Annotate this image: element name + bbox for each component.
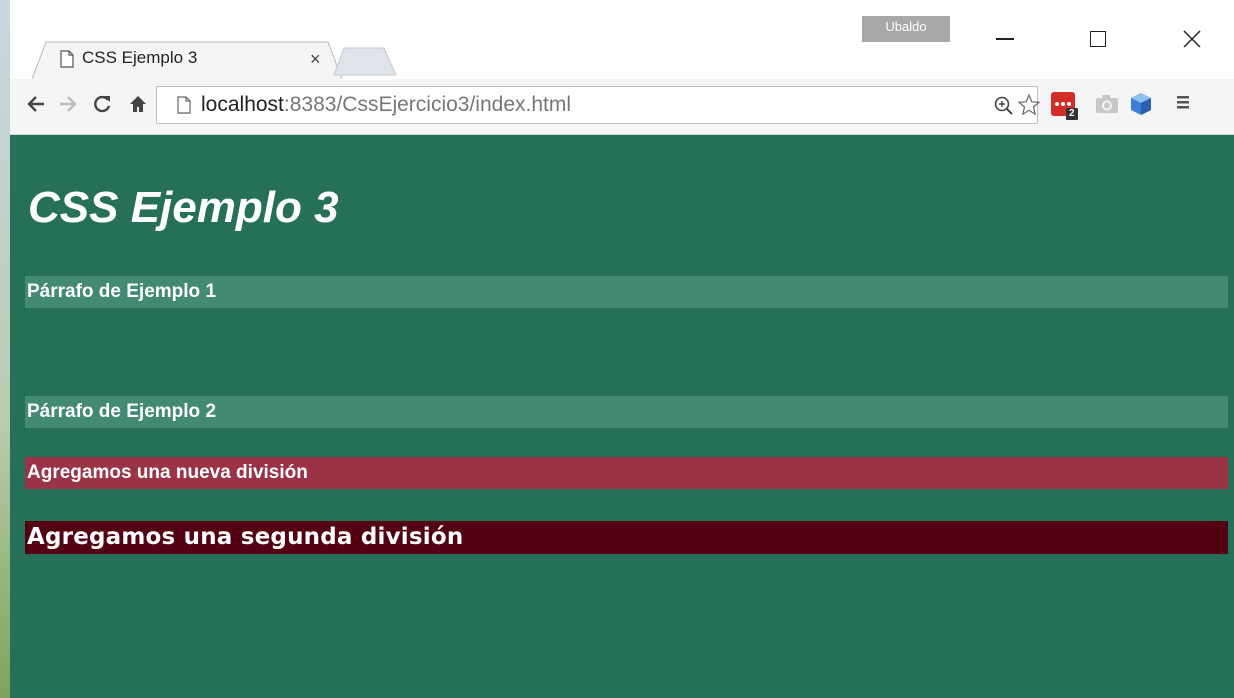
url-host: localhost	[201, 93, 284, 116]
browser-window: Ubaldo CSS Ejemplo 3 × localhost:8383/Cs…	[10, 0, 1234, 698]
cube-extension-button[interactable]	[1128, 91, 1156, 119]
page-content: CSS Ejemplo 3 Párrafo de Ejemplo 1 Párra…	[10, 135, 1234, 698]
tab-active[interactable]: CSS Ejemplo 3 ×	[32, 40, 342, 80]
paragraph-2: Párrafo de Ejemplo 2	[25, 396, 1228, 428]
page-info-icon	[177, 96, 191, 114]
cube-icon	[1131, 93, 1151, 115]
reload-button[interactable]	[86, 89, 118, 119]
lastpass-extension-button[interactable]: 2	[1050, 91, 1078, 120]
url-path: :8383/CssEjercicio3/index.html	[283, 93, 572, 116]
lastpass-icon	[1051, 92, 1078, 120]
home-button[interactable]	[122, 89, 154, 119]
tab-title: CSS Ejemplo 3	[82, 48, 198, 67]
tab-close-button[interactable]: ×	[310, 49, 321, 70]
forward-button[interactable]	[52, 89, 84, 119]
division-2: Agregamos una segunda división	[25, 521, 1228, 554]
star-icon[interactable]	[1017, 93, 1041, 117]
menu-button[interactable]	[1172, 91, 1200, 119]
address-bar[interactable]: localhost:8383/CssEjercicio3/index.html	[156, 86, 1041, 124]
lastpass-badge-count: 2	[1069, 108, 1075, 119]
new-tab-button[interactable]	[332, 46, 398, 76]
menu-icon	[1177, 96, 1189, 109]
url-text: localhost:8383/CssEjercicio3/index.html	[201, 93, 571, 117]
close-icon	[1183, 30, 1201, 48]
reload-icon	[94, 95, 111, 113]
forward-arrow-icon	[60, 96, 77, 112]
desktop-background-left	[0, 0, 10, 698]
division-1: Agregamos una nueva división	[25, 457, 1228, 489]
camera-icon	[1096, 95, 1118, 113]
title-bar: Ubaldo CSS Ejemplo 3 ×	[10, 0, 1234, 80]
minimize-button[interactable]	[983, 22, 1027, 56]
back-arrow-icon	[27, 96, 44, 112]
page-title: CSS Ejemplo 3	[28, 183, 339, 232]
maximize-icon	[1090, 31, 1106, 47]
toolbar: localhost:8383/CssEjercicio3/index.html …	[10, 79, 1234, 135]
close-window-button[interactable]	[1170, 22, 1214, 56]
document-icon	[60, 50, 74, 68]
zoom-icon[interactable]	[993, 95, 1015, 117]
camera-extension-button[interactable]	[1094, 91, 1122, 119]
paragraph-1: Párrafo de Ejemplo 1	[25, 276, 1228, 308]
minimize-icon	[996, 38, 1014, 40]
back-button[interactable]	[20, 89, 52, 119]
profile-badge[interactable]: Ubaldo	[862, 16, 950, 42]
home-icon	[130, 96, 146, 112]
maximize-button[interactable]	[1076, 22, 1120, 56]
